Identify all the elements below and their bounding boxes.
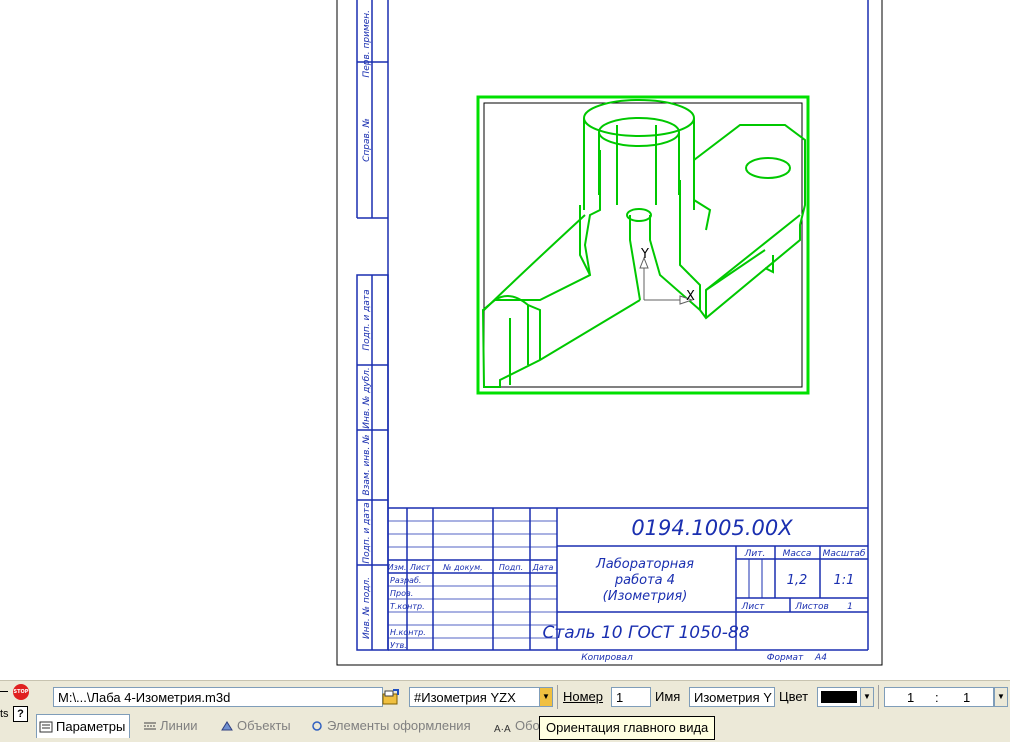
role-developer: Разраб. [390, 576, 421, 585]
side-label-dup-inv: Инв. № дубл. [362, 367, 372, 429]
help-icon[interactable]: ? [13, 706, 28, 722]
stop-icon[interactable]: STOP [13, 684, 29, 700]
col-scale: Масштаб [823, 549, 866, 559]
axis-x-label: X [686, 289, 695, 304]
sheets-label: Листов [794, 602, 829, 612]
side-label-sign-date-1: Подп. и дата [362, 289, 372, 350]
designation: 0194.1005.00X [631, 516, 793, 540]
scale-field[interactable]: 1 : 1 [884, 687, 994, 707]
lines-icon [143, 716, 157, 730]
tab-design-elements[interactable]: Элементы оформления [310, 714, 471, 738]
color-swatch [821, 691, 857, 703]
hdr-date: Дата [532, 563, 554, 572]
side-label-ref-no: Справ. № [362, 118, 372, 162]
name-label: Имя [655, 689, 681, 704]
left-toolbar: STOP ts ? [0, 681, 36, 742]
drawing-sheet: Y X Перв. примен. Справ. № Подп. и дата … [336, 0, 883, 666]
side-label-orig-inv: Инв. № подл. [362, 577, 372, 639]
open-file-icon[interactable] [381, 687, 401, 707]
title-line-3: (Изометрия) [603, 589, 688, 604]
mass-value: 1,2 [787, 573, 808, 588]
title-line-1: Лабораторная [595, 557, 694, 572]
design-elements-icon [310, 716, 324, 731]
role-checked: Пров. [390, 589, 413, 598]
copied-label: Копировал [581, 653, 633, 663]
left-text: ts [0, 708, 9, 720]
tooltip: Ориентация главного вида [539, 716, 716, 740]
tab-parameters-label: Параметры [56, 719, 126, 734]
text-style-icon: A·A [494, 724, 511, 735]
tab-objects[interactable]: Объекты [220, 714, 291, 738]
scale-separator: : [935, 690, 939, 705]
hdr-list: Лист [409, 563, 431, 572]
tab-designations-label: Обо [515, 718, 540, 733]
separator [557, 685, 558, 709]
side-label-first-use: Перв. примен. [362, 10, 372, 78]
role-approved: Утв. [390, 641, 407, 650]
side-label-sign-date-2: Подп. и дата [362, 502, 372, 563]
scale-dropdown-button[interactable]: ▼ [994, 687, 1008, 707]
role-norm-control: Н.контр. [390, 628, 426, 637]
color-field[interactable] [817, 687, 861, 707]
hdr-doc: № докум. [442, 563, 482, 572]
dash-mark [0, 691, 8, 692]
file-path-field[interactable]: M:\...\Лаба 4-Изометрия.m3d [53, 687, 383, 707]
sheet-label: Лист [741, 602, 766, 612]
sheets-value: 1 [847, 602, 853, 612]
tab-parameters[interactable]: Параметры [36, 714, 131, 738]
separator [878, 685, 879, 709]
format-value: А4 [814, 653, 827, 663]
property-panel: STOP ts ? M:\...\Лаба 4-Изометрия.m3d #И… [0, 680, 1010, 742]
role-tech-control: Т.контр. [390, 602, 425, 611]
tab-design-elements-label: Элементы оформления [327, 718, 471, 733]
title-line-2: работа 4 [614, 573, 675, 588]
number-label: Номер [563, 689, 604, 704]
col-lit: Лит. [744, 549, 766, 559]
panel-tabs: Параметры Линии Объекты Элементы оформле… [36, 714, 1010, 738]
color-label: Цвет [779, 689, 809, 704]
orientation-dropdown-button[interactable]: ▼ [539, 687, 553, 707]
objects-icon [220, 716, 234, 731]
parameters-icon [39, 717, 53, 733]
hdr-izm: Изм. [388, 563, 407, 572]
scale-left: 1 [907, 690, 915, 705]
number-field[interactable]: 1 [611, 687, 651, 707]
tab-objects-label: Объекты [237, 718, 291, 733]
axis-y-label: Y [640, 247, 649, 262]
format-label: Формат [767, 653, 804, 663]
scale-right: 1 [963, 690, 971, 705]
tab-designations[interactable]: A·A Обо [494, 714, 540, 738]
scale-value: 1:1 [834, 573, 855, 588]
material: Сталь 10 ГОСТ 1050-88 [542, 623, 749, 643]
name-field[interactable]: Изометрия Y [689, 687, 775, 707]
tab-lines-label: Линии [160, 718, 198, 733]
tab-lines[interactable]: Линии [143, 714, 198, 738]
orientation-select[interactable]: #Изометрия YZX [409, 687, 540, 707]
side-label-repl-inv: Взам. инв. № [362, 434, 372, 495]
color-dropdown-button[interactable]: ▼ [860, 687, 874, 707]
hdr-sign: Подп. [499, 563, 523, 572]
col-mass: Масса [783, 549, 812, 559]
